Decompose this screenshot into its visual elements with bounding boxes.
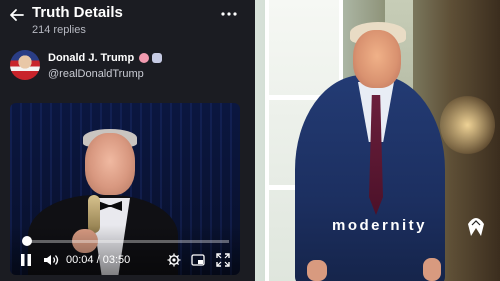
truth-details-panel: Truth Details 214 replies Donald J. Trum…	[0, 0, 255, 281]
progress-track[interactable]	[23, 240, 229, 243]
watermark-text: modernity	[332, 217, 428, 234]
post-author: Donald J. Trump @realDonaldTrump	[10, 50, 250, 84]
verified-badge-icon	[139, 53, 149, 63]
progress-thumb[interactable]	[21, 236, 32, 246]
picture-in-picture-icon[interactable]	[191, 253, 205, 267]
settings-icon[interactable]	[167, 253, 181, 267]
attached-photo	[255, 0, 500, 281]
author-handle[interactable]: @realDonaldTrump	[48, 68, 144, 80]
watermark-logo-icon	[468, 218, 484, 236]
lamp-glow	[440, 95, 495, 155]
video-player[interactable]: 00:04 / 03:50	[10, 103, 240, 275]
avatar[interactable]	[10, 50, 40, 80]
fullscreen-icon[interactable]	[216, 253, 230, 267]
man-hand-left	[307, 260, 327, 281]
header: Truth Details 214 replies	[0, 0, 255, 44]
time-separator: /	[96, 254, 100, 266]
current-time: 00:04	[66, 254, 94, 266]
volume-icon[interactable]	[43, 253, 59, 267]
pause-icon[interactable]	[20, 253, 32, 267]
author-name[interactable]: Donald J. Trump	[48, 52, 134, 64]
man-face	[353, 30, 401, 88]
replies-count: 214 replies	[32, 24, 86, 36]
back-arrow-icon[interactable]	[8, 6, 26, 24]
singer-face	[85, 133, 135, 195]
account-badge-icon	[152, 53, 162, 63]
duration: 03:50	[102, 254, 131, 266]
time-display: 00:04 / 03:50	[66, 254, 130, 268]
man-hand-right	[423, 258, 441, 281]
more-icon[interactable]	[220, 8, 238, 20]
page-title: Truth Details	[32, 4, 123, 21]
